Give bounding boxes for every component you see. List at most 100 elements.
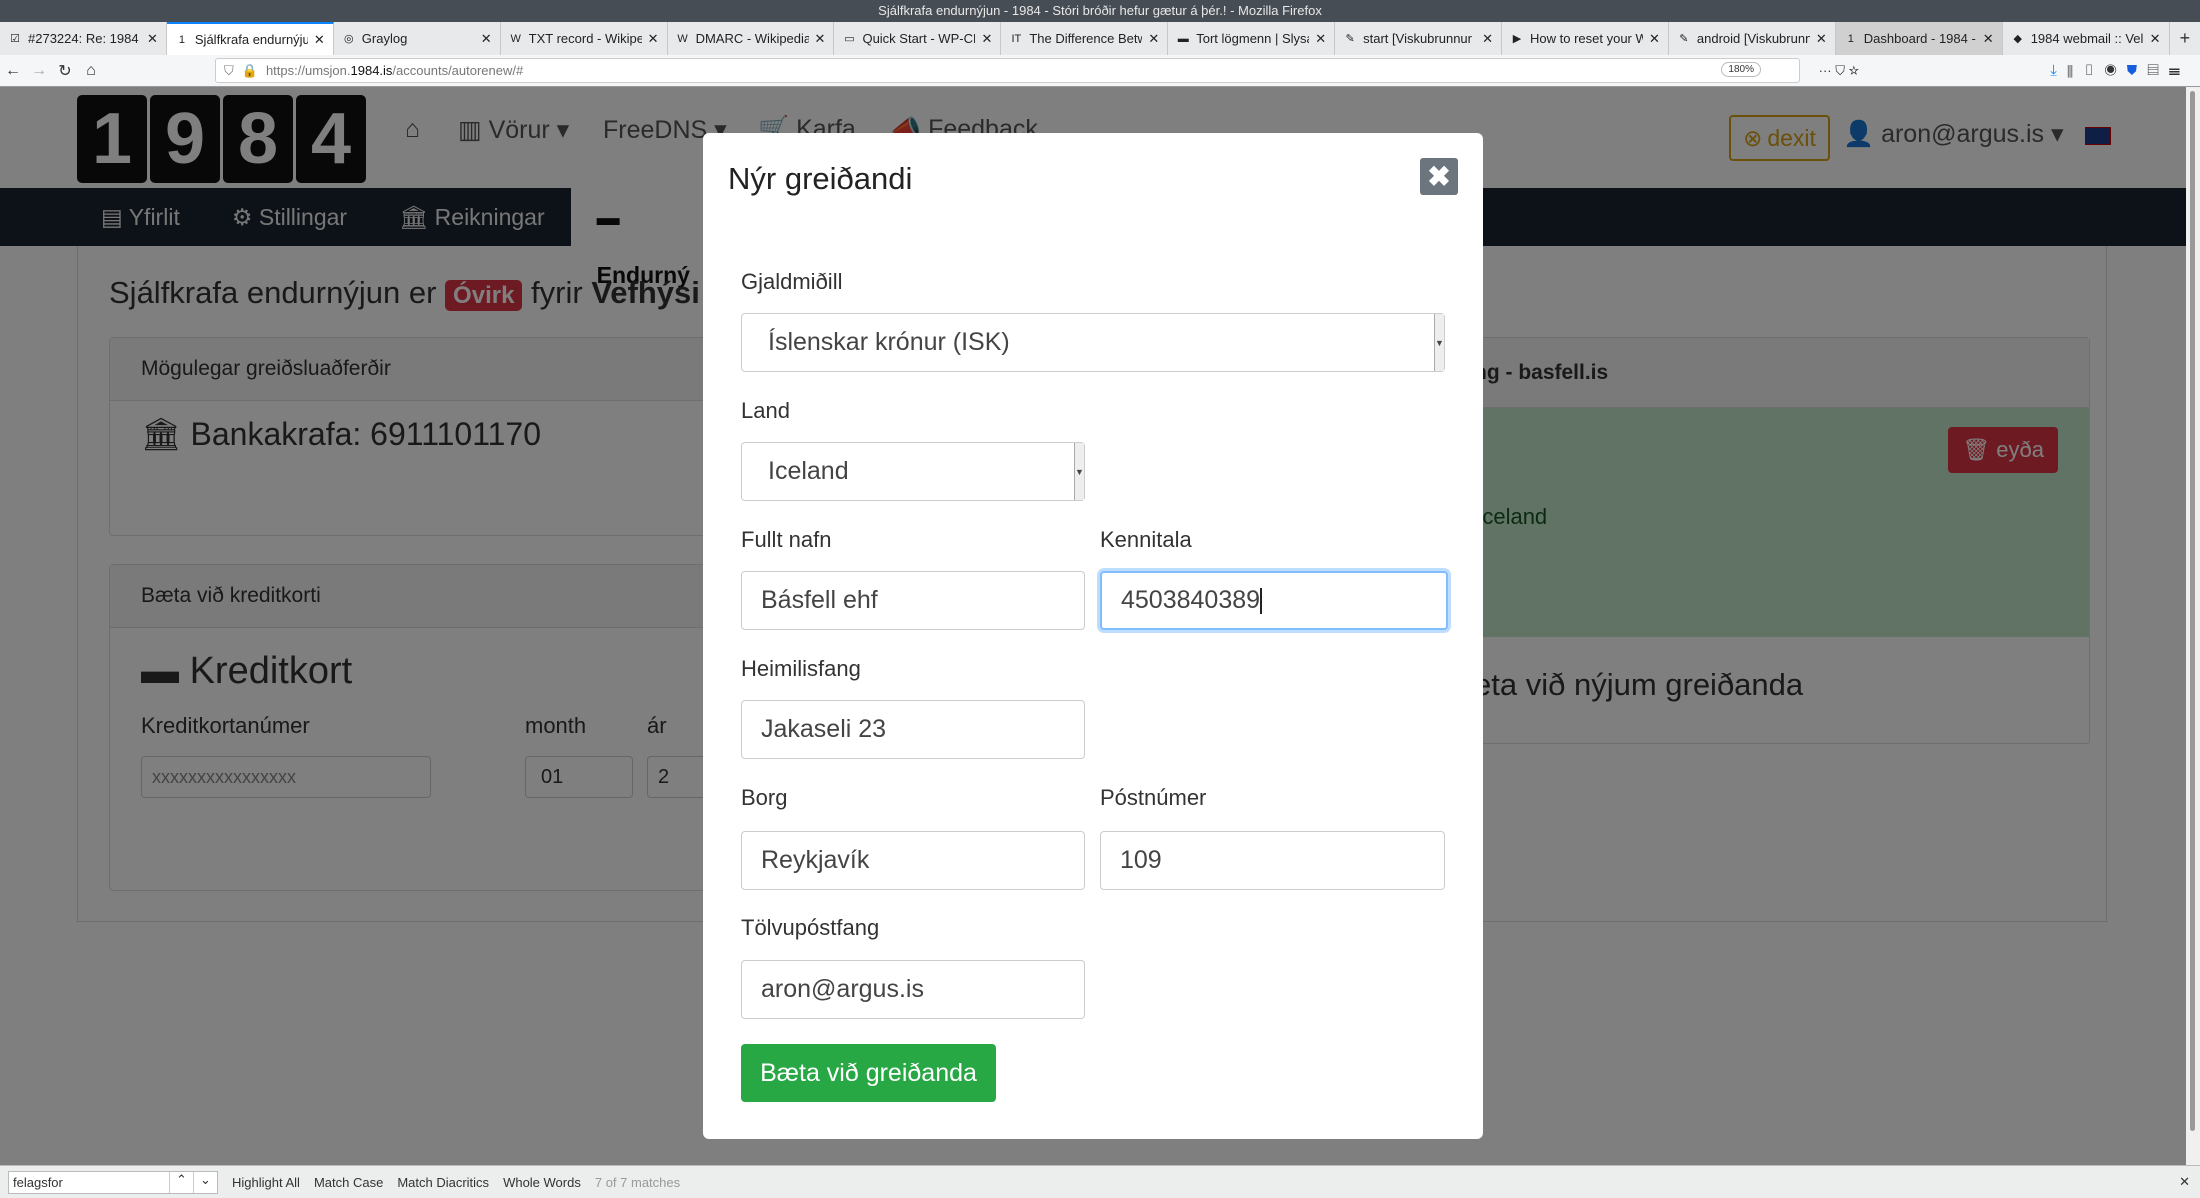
browser-tab[interactable]: W DMARC - Wikipedia ✕ xyxy=(668,22,835,55)
city-label: Borg xyxy=(741,785,788,810)
tab-label: Dashboard - 1984 - Ad xyxy=(1863,31,1977,46)
browser-tab[interactable]: ◎ Graylog ✕ xyxy=(334,22,501,55)
find-next-icon[interactable]: ⌄ xyxy=(193,1171,217,1193)
find-input[interactable]: felagsfor xyxy=(9,1172,169,1193)
find-bar: felagsfor ⌃ ⌄ Highlight All Match Case M… xyxy=(0,1165,2200,1198)
add-payer-button[interactable]: Bæta við greiðanda xyxy=(741,1044,996,1102)
tab-label: DMARC - Wikipedia xyxy=(695,31,809,46)
browser-tab[interactable]: ✎ android [Viskubrunnu ✕ xyxy=(1669,22,1836,55)
browser-tab[interactable]: ▶ How to reset your Wo ✕ xyxy=(1502,22,1669,55)
close-tab-icon[interactable]: ✕ xyxy=(2150,31,2161,47)
close-icon: ✖ xyxy=(1427,161,1451,192)
zoom-badge[interactable]: 180% xyxy=(1721,62,1761,77)
close-tab-icon[interactable]: ✕ xyxy=(1315,31,1326,47)
close-tab-icon[interactable]: ✕ xyxy=(314,32,325,48)
page-actions-icon[interactable]: ··· ⛉ ☆ xyxy=(1819,63,1859,79)
reload-icon[interactable]: ↻ xyxy=(52,61,78,81)
close-tab-icon[interactable]: ✕ xyxy=(1148,31,1159,47)
shield-icon: ⛉ xyxy=(224,62,234,78)
close-tab-icon[interactable]: ✕ xyxy=(1816,31,1827,47)
wp-favicon-icon: ▭ xyxy=(844,32,855,45)
close-tab-icon[interactable]: ✕ xyxy=(147,31,158,47)
W-favicon-icon: W xyxy=(510,32,521,45)
zip-label: Póstnúmer xyxy=(1100,785,1207,810)
tab-label: Quick Start - WP-CLI xyxy=(862,31,976,46)
close-tab-icon[interactable]: ✕ xyxy=(1482,31,1493,47)
name-label: Fullt nafn xyxy=(741,527,832,552)
tab-label: How to reset your Wo xyxy=(1530,31,1643,46)
whole-words-toggle[interactable]: Whole Words xyxy=(503,1175,581,1190)
close-tab-icon[interactable]: ✕ xyxy=(981,31,992,47)
toolbar-icons[interactable]: ⤓⫴▯◉⛊▤☰ xyxy=(2050,62,2190,79)
pen-favicon-icon: ✎ xyxy=(1679,32,1689,45)
reader-icon[interactable]: ▤ xyxy=(2147,62,2168,79)
tab-label: 1984 webmail :: Velko xyxy=(2030,31,2144,46)
close-find-icon[interactable]: ✕ xyxy=(2179,1174,2190,1190)
bitwarden-icon[interactable]: ⛊ xyxy=(2127,62,2148,79)
browser-tab[interactable]: W TXT record - Wikipedia ✕ xyxy=(501,22,668,55)
scrollbar-thumb[interactable] xyxy=(2190,91,2195,1131)
address-input[interactable]: Jakaseli 23 xyxy=(741,700,1085,759)
close-tab-icon[interactable]: ✕ xyxy=(1649,31,1660,47)
browser-tab[interactable]: ✎ start [Viskubrunnur 1 ✕ xyxy=(1335,22,1503,55)
browser-tab[interactable]: 1 Dashboard - 1984 - Ad ✕ xyxy=(1835,22,2003,55)
kennitala-value: 4503840389 xyxy=(1121,586,1261,614)
country-label: Land xyxy=(741,398,790,423)
home-icon[interactable]: ⌂ xyxy=(78,62,104,80)
close-tab-icon[interactable]: ✕ xyxy=(815,31,826,47)
url-prefix: https://umsjon. xyxy=(265,63,351,78)
close-tab-icon[interactable]: ✕ xyxy=(1983,31,1994,47)
find-input-group: felagsfor ⌃ ⌄ xyxy=(8,1170,218,1194)
match-diacritics-toggle[interactable]: Match Diacritics xyxy=(397,1175,489,1190)
scrollbar[interactable] xyxy=(2186,87,2200,1165)
close-tab-icon[interactable]: ✕ xyxy=(481,31,492,47)
name-input[interactable]: Básfell ehf xyxy=(741,571,1085,630)
chevron-down-icon: ▼ xyxy=(1434,314,1444,371)
browser-tab[interactable]: ☑ #273224: Re: 1984 - A ✕ xyxy=(0,22,167,55)
currency-value: Íslenskar krónur (ISK) xyxy=(768,328,1010,356)
email-input[interactable]: aron@argus.is xyxy=(741,960,1085,1019)
new-tab-button[interactable]: + xyxy=(2170,22,2200,55)
library-icon[interactable]: ⫴ xyxy=(2067,62,2083,79)
country-select[interactable]: Iceland ▼ xyxy=(741,442,1085,501)
nav-toolbar: ← → ↻ ⌂ ⛉ 🔒 https://umsjon.1984.is/accou… xyxy=(0,55,2200,87)
currency-label: Gjaldmiðill xyxy=(741,269,843,294)
find-previous-icon[interactable]: ⌃ xyxy=(169,1171,193,1193)
highlight-all-toggle[interactable]: Highlight All xyxy=(232,1175,300,1190)
download-icon[interactable]: ⤓ xyxy=(2050,62,2067,79)
browser-tab[interactable]: ◆ 1984 webmail :: Velko ✕ xyxy=(2003,22,2170,55)
country-value: Iceland xyxy=(768,457,849,485)
new-payer-modal: Nýr greiðandi ✖ Gjaldmiðill Íslenskar kr… xyxy=(703,133,1483,1139)
lock-icon: 🔒 xyxy=(241,62,258,78)
text-cursor xyxy=(1260,587,1263,614)
close-button[interactable]: ✖ xyxy=(1420,158,1458,195)
match-case-toggle[interactable]: Match Case xyxy=(314,1175,383,1190)
tab-label: Tort lögmenn | Slysab xyxy=(1196,31,1310,46)
youtube-favicon-icon: ▶ xyxy=(1512,32,1522,45)
tab-label: #273224: Re: 1984 - A xyxy=(28,31,141,46)
menu-icon[interactable]: ☰ xyxy=(2169,62,2190,79)
browser-tab[interactable]: 1 Sjálfkrafa endurnýjun ✕ xyxy=(166,22,334,55)
kennitala-input[interactable]: 4503840389 xyxy=(1100,571,1448,630)
tab-label: start [Viskubrunnur 1 xyxy=(1363,31,1477,46)
currency-select[interactable]: Íslenskar krónur (ISK) ▼ xyxy=(741,313,1445,372)
browser-tab[interactable]: ▬ Tort lögmenn | Slysab ✕ xyxy=(1168,22,1336,55)
address-label: Heimilisfang xyxy=(741,656,861,681)
find-status: 7 of 7 matches xyxy=(594,1174,681,1190)
back-icon[interactable]: ← xyxy=(0,62,26,80)
W-favicon-icon: W xyxy=(677,32,688,45)
sidebar-icon[interactable]: ▯ xyxy=(2083,62,2104,79)
forward-icon[interactable]: → xyxy=(26,62,52,80)
browser-tab[interactable]: IT The Difference Betwe ✕ xyxy=(1001,22,1169,55)
url-bar[interactable]: ⛉ 🔒 https://umsjon.1984.is/accounts/auto… xyxy=(215,58,1859,83)
city-input[interactable]: Reykjavík xyxy=(741,831,1085,890)
chevron-down-icon: ▼ xyxy=(1074,443,1084,500)
account-icon[interactable]: ◉ xyxy=(2105,62,2127,79)
check-favicon-icon: ☑ xyxy=(10,32,20,45)
1-favicon-icon: 1 xyxy=(178,33,185,46)
close-tab-icon[interactable]: ✕ xyxy=(648,31,659,47)
browser-tab[interactable]: ▭ Quick Start - WP-CLI ✕ xyxy=(834,22,1002,55)
url-path: /accounts/autorenew/# xyxy=(392,63,524,78)
tort-favicon-icon: ▬ xyxy=(1177,32,1189,45)
zip-input[interactable]: 109 xyxy=(1100,831,1445,890)
